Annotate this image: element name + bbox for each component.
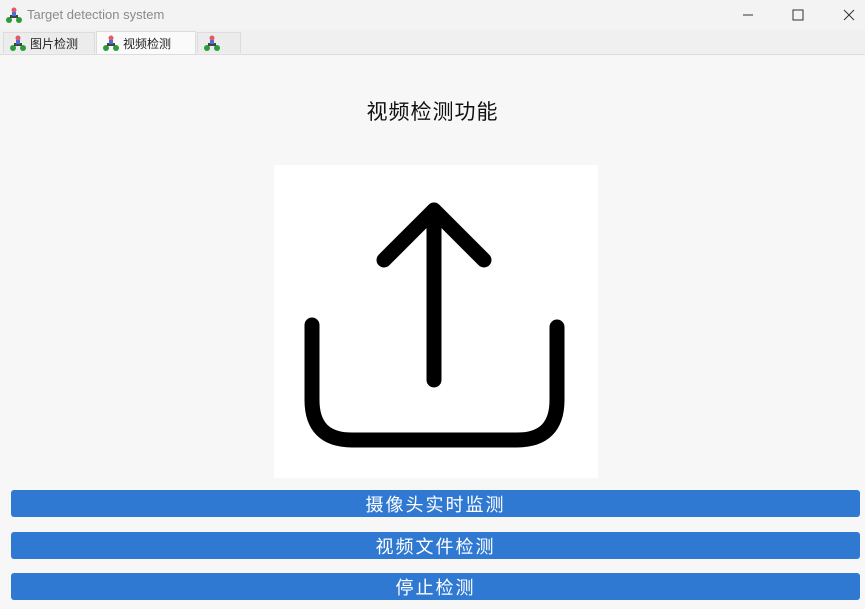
window-title: Target detection system — [27, 7, 165, 22]
video-file-detect-button[interactable]: 视频文件检测 — [11, 532, 860, 559]
tab-third[interactable] — [197, 32, 241, 53]
title-bar: Target detection system — [0, 0, 865, 30]
upload-area[interactable] — [274, 165, 598, 478]
close-icon — [843, 9, 855, 21]
camera-realtime-button[interactable]: 摄像头实时监测 — [11, 490, 860, 517]
tab-bar: 图片检测 视频检测 — [0, 30, 865, 55]
tab-video-detection[interactable]: 视频检测 — [96, 31, 196, 54]
upload-icon — [304, 202, 565, 448]
scooter-icon — [10, 35, 26, 51]
tab-label: 图片检测 — [30, 36, 79, 51]
tab-image-detection[interactable]: 图片检测 — [3, 32, 95, 53]
maximize-button[interactable] — [775, 0, 821, 30]
minimize-icon — [743, 14, 753, 16]
close-button[interactable] — [826, 0, 865, 30]
scooter-icon — [6, 7, 22, 23]
stop-detect-button[interactable]: 停止检测 — [11, 573, 860, 600]
scooter-icon — [204, 35, 220, 51]
maximize-icon — [792, 9, 804, 21]
page-title: 视频检测功能 — [366, 100, 499, 124]
scooter-icon — [103, 35, 119, 51]
tab-label: 视频检测 — [123, 36, 172, 51]
minimize-button[interactable] — [725, 0, 771, 30]
